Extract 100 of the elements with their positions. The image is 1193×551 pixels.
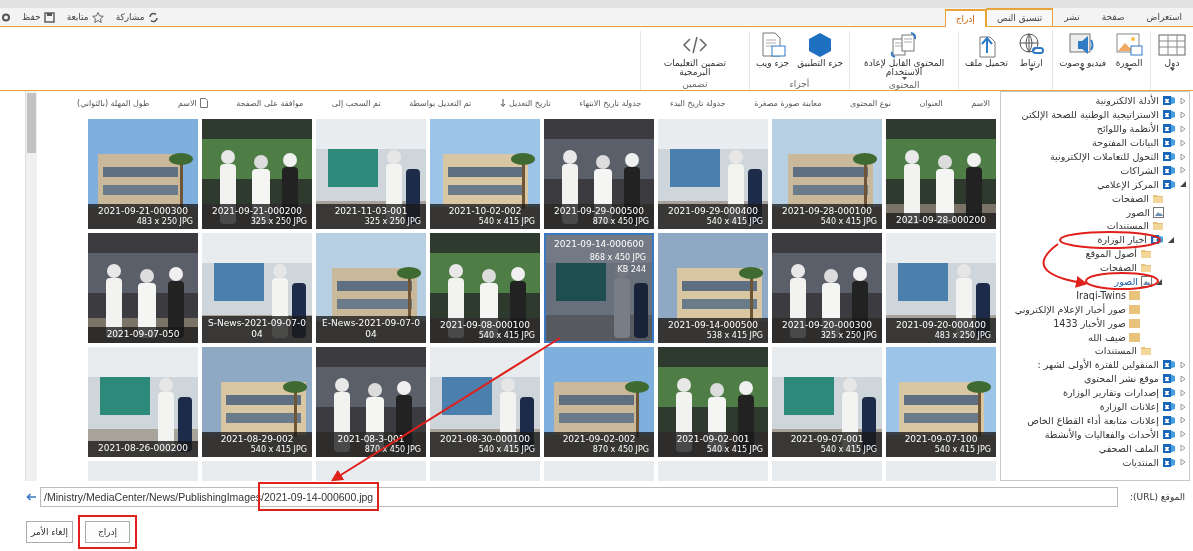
- image-thumbnail[interactable]: 2021-09-08-000100 540 x 415 JPG: [430, 233, 540, 343]
- collapsed-arrow-icon[interactable]: [1180, 375, 1186, 382]
- ribbon-button[interactable]: ارتباط: [1016, 31, 1047, 90]
- collapsed-arrow-icon[interactable]: [1180, 139, 1186, 146]
- image-thumbnail[interactable]: 2021-10-02-002 540 x 415 JPG: [430, 119, 540, 229]
- scrollbar[interactable]: [25, 91, 37, 481]
- image-thumbnail[interactable]: 2021-09-28-000200: [886, 119, 996, 229]
- collapsed-arrow-icon[interactable]: [1180, 403, 1186, 410]
- tree-item[interactable]: الاستراتيجية الوطنية للصحة الإلكتن: [1021, 109, 1159, 121]
- dialog-button[interactable]: إلغاء الأمر: [26, 521, 73, 543]
- expanded-arrow-icon[interactable]: [1168, 236, 1174, 243]
- tree-item[interactable]: موقع نشر المحتوى: [1083, 373, 1159, 385]
- tree-item[interactable]: الصور: [1114, 276, 1138, 287]
- tree-item[interactable]: المنتديات: [1122, 456, 1159, 468]
- collapsed-arrow-icon[interactable]: [1180, 361, 1186, 368]
- column-header[interactable]: تم التعديل بواسطة: [409, 98, 472, 108]
- image-thumbnail[interactable]: 2021-09-07-001 540 x 415 JPG: [772, 347, 882, 457]
- column-header[interactable]: موافقة على الصفحة: [236, 98, 304, 108]
- dialog-button[interactable]: إدراج: [85, 521, 130, 543]
- ribbon-button[interactable]: الصورة: [1114, 31, 1144, 90]
- expanded-arrow-icon[interactable]: [1156, 278, 1162, 285]
- image-thumbnail[interactable]: S-News-2021-09-07-004: [202, 233, 312, 343]
- tree-item[interactable]: الصفحات: [1100, 262, 1137, 274]
- column-header[interactable]: الاسم: [971, 98, 990, 108]
- tree-item[interactable]: المنقولين للفترة الأولى لشهر :: [1037, 359, 1159, 371]
- image-thumbnail[interactable]: 2021-09-20-000400 483 x 250 JPG: [886, 233, 996, 343]
- tree-item[interactable]: التحول للتعاملات الإلكترونية: [1049, 151, 1159, 162]
- column-header[interactable]: جدولة تاريخ الانتهاء: [579, 98, 642, 108]
- ribbon-button[interactable]: فيديو وصوت: [1059, 31, 1106, 90]
- ribbon-tab[interactable]: إدراج: [944, 9, 986, 27]
- collapsed-arrow-icon[interactable]: [1180, 431, 1186, 438]
- tree-item[interactable]: ضيف الله: [1088, 331, 1126, 343]
- tree-item[interactable]: الشراكات: [1120, 164, 1159, 176]
- tree-item[interactable]: البيانات المفتوحة: [1092, 137, 1159, 149]
- ribbon-button[interactable]: جزء التطبيق: [797, 31, 844, 79]
- tree-item[interactable]: صور أخبار الإعلام الإلكتروني: [1014, 303, 1126, 315]
- tree-item[interactable]: إعلانات متابعة أداء القطاع الخاص: [1027, 414, 1159, 426]
- image-thumbnail[interactable]: 2021-11-03-001 325 x 250 JPG: [316, 119, 426, 229]
- tree-item[interactable]: المركز الإعلامي: [1096, 178, 1159, 190]
- tree-item[interactable]: أصول الموقع: [1085, 248, 1137, 260]
- ribbon-button[interactable]: المحتوى القابل لإعادة الاستخدام: [856, 31, 953, 80]
- tree-item[interactable]: الملف الصحفي: [1098, 442, 1159, 454]
- column-header[interactable]: معاينة صورة مصغرة: [754, 98, 822, 108]
- image-thumbnail[interactable]: 2021-09-02-002 870 x 450 JPG: [544, 347, 654, 457]
- collapsed-arrow-icon[interactable]: [1180, 97, 1186, 104]
- tree-item[interactable]: الأدلة الالكترونية: [1095, 95, 1159, 107]
- expanded-arrow-icon[interactable]: [1180, 181, 1186, 188]
- collapsed-arrow-icon[interactable]: [1180, 125, 1186, 132]
- image-thumbnail[interactable]: E-News-2021-09-07-004: [316, 233, 426, 343]
- tree-item[interactable]: الصور: [1126, 206, 1150, 218]
- image-thumbnail[interactable]: 2021-09-28-000100 540 x 415 JPG: [772, 119, 882, 229]
- back-arrow-icon[interactable]: [26, 493, 36, 501]
- tree-item[interactable]: صور الأخبار 1433: [1053, 317, 1126, 329]
- collapsed-arrow-icon[interactable]: [1180, 459, 1186, 466]
- image-thumbnail[interactable]: 2021-09-20-000300 325 x 250 JPG: [772, 233, 882, 343]
- column-header[interactable]: طول المهلة (بالثواني): [77, 98, 150, 108]
- ribbon-tab[interactable]: نشر: [1053, 8, 1091, 26]
- image-thumbnail[interactable]: 2021-09-29-000400 540 x 415 JPG: [658, 119, 768, 229]
- image-thumbnail[interactable]: 2021-08-29-002 540 x 415 JPG: [202, 347, 312, 457]
- tree-item[interactable]: المستندات: [1094, 345, 1137, 357]
- collapsed-arrow-icon[interactable]: [1180, 153, 1186, 160]
- ribbon-action[interactable]: متابعة: [66, 11, 104, 23]
- settings-icon[interactable]: [2, 12, 10, 22]
- tree-item[interactable]: الأحداث والفعاليات والأنشطة: [1044, 428, 1159, 440]
- tree-item[interactable]: الصفحات: [1112, 192, 1149, 204]
- tree-item[interactable]: إعلانات الوزارة: [1099, 401, 1159, 413]
- image-thumbnail[interactable]: 2021-09-02-001 540 x 415 JPG: [658, 347, 768, 457]
- ribbon-button[interactable]: تحميل ملف: [965, 31, 1009, 90]
- image-thumbnail[interactable]: 2021-09-07-100 540 x 415 JPG: [886, 347, 996, 457]
- column-header[interactable]: جدولة تاريخ البدء: [669, 98, 726, 108]
- ribbon-button[interactable]: جزء ويب: [755, 31, 790, 79]
- image-thumbnail[interactable]: 2021-09-14-000600 868 x 450 JPG KB 244: [544, 233, 654, 343]
- column-header[interactable]: تم السحب إلى: [331, 98, 381, 108]
- column-header[interactable]: نوع المحتوى: [850, 98, 891, 108]
- ribbon-button[interactable]: دول: [1157, 31, 1187, 90]
- ribbon-tab[interactable]: صفحة: [1090, 8, 1136, 26]
- column-header[interactable]: العنوان: [919, 98, 943, 108]
- column-header[interactable]: الاسم: [177, 98, 208, 108]
- image-thumbnail[interactable]: 2021-09-21-000200 325 x 250 JPG: [202, 119, 312, 229]
- column-header[interactable]: تاريخ التعديل: [499, 98, 551, 108]
- image-thumbnail[interactable]: 2021-08-30-000100 540 x 415 JPG: [430, 347, 540, 457]
- ribbon-action[interactable]: حفظ: [22, 11, 55, 23]
- tree-item[interactable]: إصدارات وتقارير الوزارة: [1062, 387, 1159, 399]
- collapsed-arrow-icon[interactable]: [1180, 111, 1186, 118]
- tree-item[interactable]: الأنظمة واللوائح: [1096, 123, 1159, 135]
- image-thumbnail[interactable]: 2021-09-29-000500 870 x 450 JPG: [544, 119, 654, 229]
- collapsed-arrow-icon[interactable]: [1180, 167, 1186, 174]
- image-thumbnail[interactable]: 2021-09-21-000300 483 x 250 JPG: [88, 119, 198, 229]
- image-thumbnail[interactable]: 2021-08-26-000200: [88, 347, 198, 457]
- ribbon-tab[interactable]: تنسيق النص: [985, 8, 1054, 26]
- image-thumbnail[interactable]: 2021-09-14-000500 538 x 415 JPG: [658, 233, 768, 343]
- ribbon-button[interactable]: تضمين التعليمات البرمجية: [646, 31, 743, 79]
- tree-item[interactable]: Iraqi-Twins: [1076, 289, 1126, 301]
- tree-item[interactable]: أخبار الوزارة: [1097, 234, 1147, 246]
- ribbon-tab[interactable]: استعراض: [1135, 8, 1193, 26]
- collapsed-arrow-icon[interactable]: [1180, 445, 1186, 452]
- tree-item[interactable]: المستندات: [1106, 220, 1149, 232]
- image-thumbnail[interactable]: 2021-09-07-050: [88, 233, 198, 343]
- ribbon-action[interactable]: مشاركة: [115, 11, 159, 23]
- collapsed-arrow-icon[interactable]: [1180, 417, 1186, 424]
